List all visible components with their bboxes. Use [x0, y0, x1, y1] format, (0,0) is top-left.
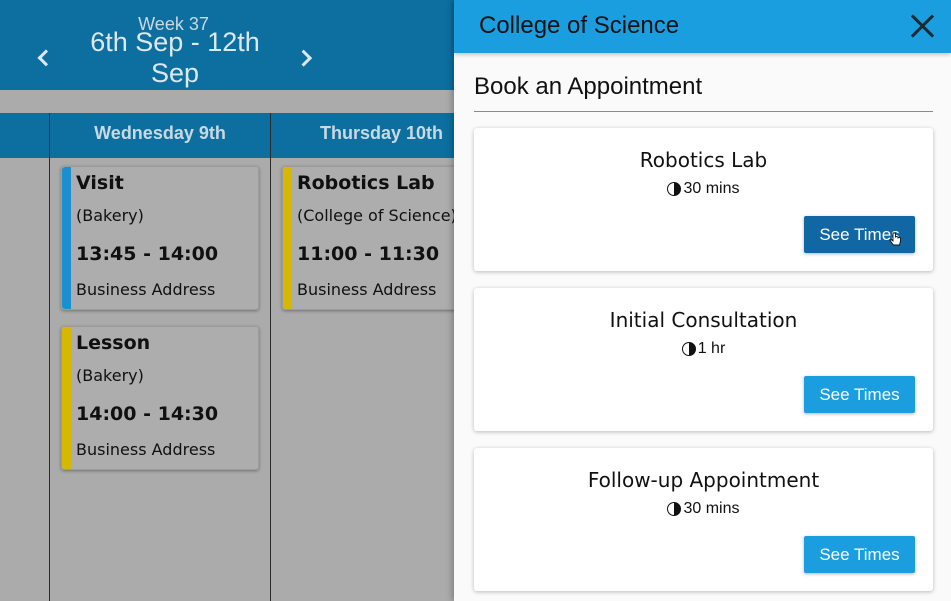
event-title: Visit [76, 172, 124, 194]
appointment-duration: 30 mins [474, 500, 933, 518]
event-location: (Bakery) [76, 366, 144, 385]
appointment-card: Initial Consultation 1 hr See Times [474, 288, 933, 431]
appointment-name: Robotics Lab [639, 148, 768, 172]
event-color-bar [62, 327, 71, 469]
day-header-wednesday: Wednesday 9th [94, 123, 226, 143]
event-time: 13:45 - 14:00 [76, 243, 219, 265]
see-times-button[interactable]: See Times [804, 376, 915, 413]
event-address: Business Address [76, 440, 216, 459]
clock-icon [681, 342, 696, 356]
appointment-card: Follow-up Appointment 30 mins See Times [474, 448, 933, 591]
appointment-duration: 1 hr [474, 340, 933, 358]
calendar-header: Week 37 6th Sep - 12th Sep [0, 0, 455, 90]
duration-label: 30 mins [683, 500, 740, 517]
event-time: 14:00 - 14:30 [76, 403, 219, 425]
pointer-cursor-icon [889, 232, 901, 246]
panel-title: College of Science [479, 12, 680, 39]
appointment-card: Robotics Lab 30 mins See Times [474, 128, 933, 271]
column-divider [49, 113, 50, 601]
date-range-label: 6th Sep - 12th Sep [90, 27, 260, 88]
event-title: Lesson [76, 332, 151, 354]
see-times-button[interactable]: See Times [804, 536, 915, 573]
booking-panel: College of Science Book an Appointment R… [454, 0, 951, 601]
appointment-name: Follow-up Appointment [587, 468, 820, 492]
column-divider [270, 113, 271, 601]
chevron-right-icon[interactable] [295, 49, 313, 67]
event-color-bar [283, 167, 292, 309]
clock-icon [667, 182, 682, 196]
appointment-duration: 30 mins [474, 180, 933, 198]
event-address: Business Address [76, 280, 216, 299]
calendar-event[interactable]: Lesson (Bakery) 14:00 - 14:30 Business A… [61, 326, 259, 470]
duration-label: 1 hr [697, 340, 726, 357]
calendar-event[interactable]: Robotics Lab (College of Science) 11:00 … [282, 166, 482, 310]
day-header-row: Wednesday 9th Thursday 10th [0, 113, 455, 158]
panel-header: College of Science [454, 0, 951, 53]
duration-label: 30 mins [683, 180, 740, 197]
calendar-event[interactable]: Visit (Bakery) 13:45 - 14:00 Business Ad… [61, 166, 259, 310]
event-location: (Bakery) [76, 206, 144, 225]
clock-icon [667, 502, 682, 516]
section-title: Book an Appointment [474, 73, 933, 112]
chevron-left-icon[interactable] [37, 49, 55, 67]
event-color-bar [62, 167, 71, 309]
close-icon[interactable] [909, 13, 935, 39]
week-navigator: 6th Sep - 12th Sep [37, 27, 313, 88]
appointment-name: Initial Consultation [609, 308, 798, 332]
